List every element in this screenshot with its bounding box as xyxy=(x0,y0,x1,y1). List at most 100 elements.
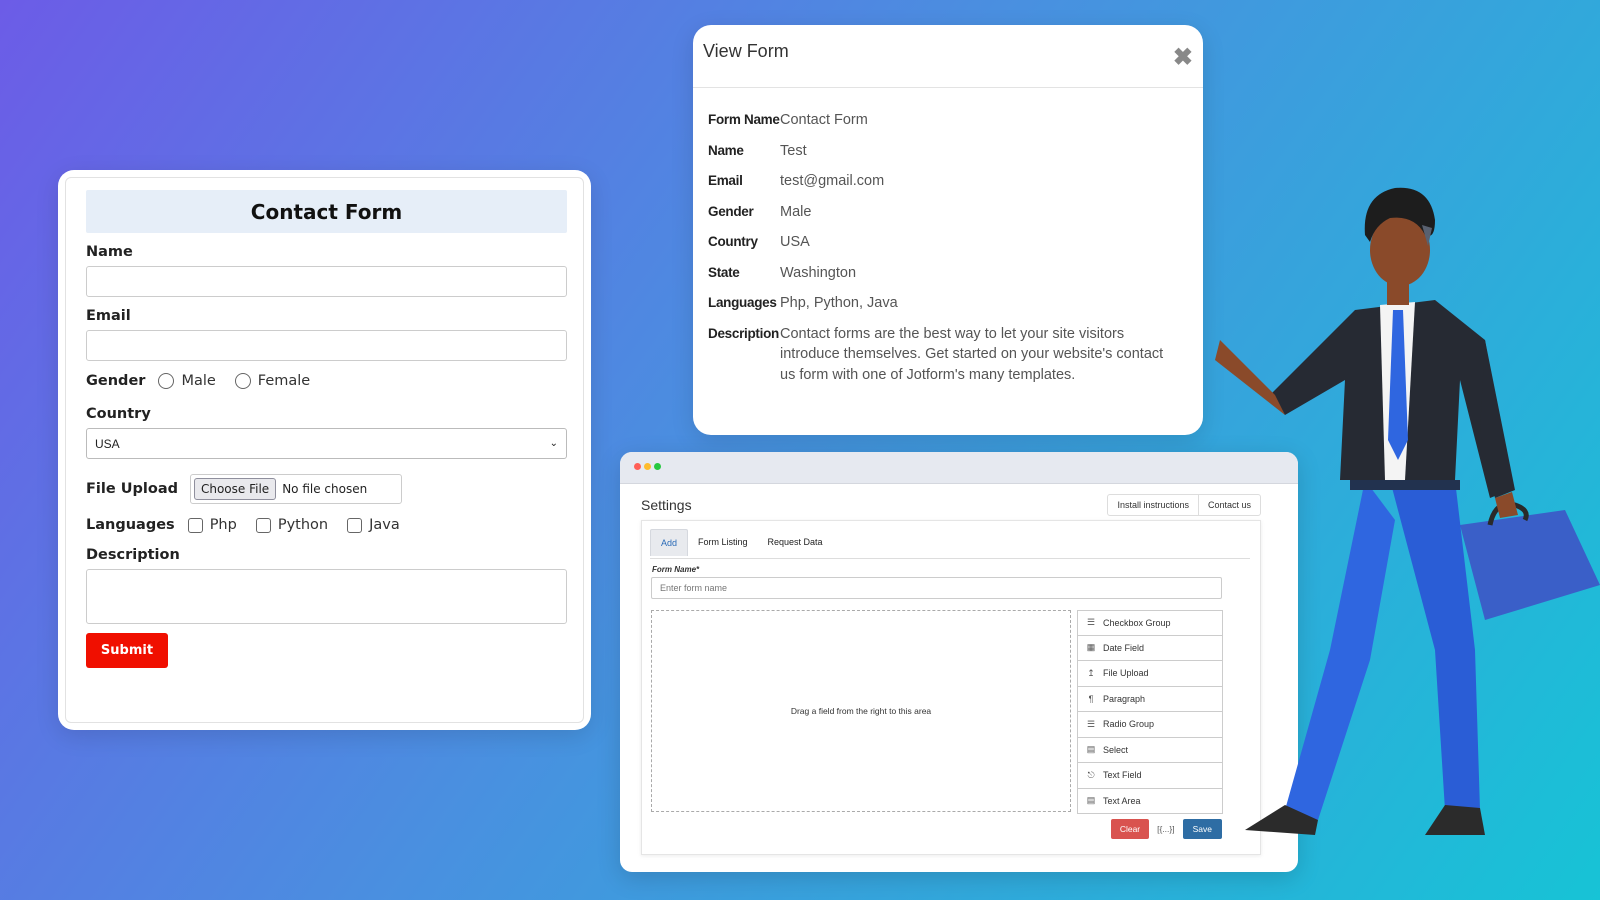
calendar-icon: ▦ xyxy=(1086,642,1096,653)
field-label: Checkbox Group xyxy=(1103,617,1171,628)
file-upload-row: File Upload Choose File No file chosen xyxy=(86,474,567,504)
window-minimize-dot[interactable] xyxy=(644,463,651,470)
view-key: Country xyxy=(708,234,758,249)
field-label: Radio Group xyxy=(1103,719,1155,730)
view-value: Washington xyxy=(780,264,857,281)
email-input[interactable] xyxy=(86,330,567,361)
gender-male-label: Male xyxy=(181,373,216,389)
pointing-hand xyxy=(1215,340,1285,415)
email-label: Email xyxy=(86,308,131,324)
gender-female-label: Female xyxy=(257,373,311,389)
contact-form-card: Contact Form Name Email Gender Male Fema… xyxy=(58,170,591,730)
language-php-label: Php xyxy=(209,517,237,533)
gender-female-radio[interactable] xyxy=(234,373,251,389)
view-key: Form Name xyxy=(708,112,780,127)
form-name-input[interactable]: Enter form name xyxy=(651,577,1222,599)
submit-button[interactable]: Submit xyxy=(86,633,168,668)
view-key: Gender xyxy=(708,203,754,219)
form-name-label: Form Name* xyxy=(652,565,700,574)
view-form-title: View Form xyxy=(703,41,789,61)
tab-form-listing[interactable]: Form Listing xyxy=(688,529,758,556)
json-button[interactable]: [{...}] xyxy=(1149,824,1183,834)
list-icon: ☰ xyxy=(1086,718,1096,729)
view-key: Description xyxy=(708,325,779,341)
window-close-dot[interactable] xyxy=(634,463,641,470)
view-key: Email xyxy=(708,173,743,188)
choose-file-button[interactable]: Choose File xyxy=(193,478,277,500)
view-row-email: Email test@gmail.com xyxy=(708,171,1181,192)
presenter-illustration xyxy=(1215,187,1600,835)
drop-hint: Drag a field from the right to this area xyxy=(790,706,932,716)
field-label: Date Field xyxy=(1103,642,1145,653)
view-row-description: Description Contact forms are the best w… xyxy=(708,324,1181,386)
gender-label: Gender xyxy=(86,373,146,389)
field-label: Text Field xyxy=(1103,770,1142,781)
tab-divider xyxy=(650,558,1250,559)
tab-request-data[interactable]: Request Data xyxy=(758,529,833,556)
field-label: Paragraph xyxy=(1103,693,1146,704)
view-value: Male xyxy=(780,203,812,220)
view-row-languages: Languages Php, Python, Java xyxy=(708,293,1181,314)
view-value: Contact Form xyxy=(780,112,868,128)
tab-add[interactable]: Add xyxy=(650,529,689,556)
view-value: Contact forms are the best way to let yo… xyxy=(780,325,1164,383)
description-textarea[interactable] xyxy=(86,569,567,624)
country-select-value: USA xyxy=(95,436,120,451)
view-row-form-name: Form Name Contact Form xyxy=(708,110,1181,131)
view-row-gender: Gender Male xyxy=(708,202,1181,223)
drop-area[interactable]: Drag a field from the right to this area xyxy=(651,610,1071,812)
contact-form-title: Contact Form xyxy=(86,190,567,233)
view-value: USA xyxy=(780,234,810,250)
name-input[interactable] xyxy=(86,266,567,297)
view-form-modal: View Form ✖ Form Name Contact Form Name … xyxy=(693,25,1203,435)
belt xyxy=(1350,480,1460,490)
builder-panel: Add Form Listing Request Data Form Name*… xyxy=(641,520,1261,855)
view-value: Test xyxy=(780,142,807,159)
file-upload-input[interactable]: Choose File No file chosen xyxy=(189,474,402,504)
right-shoe xyxy=(1425,805,1485,835)
view-row-state: State Washington xyxy=(708,263,1181,284)
languages-row: Languages Php Python Java xyxy=(86,517,567,533)
languages-label: Languages xyxy=(86,517,175,533)
view-value: Php, Python, Java xyxy=(780,295,898,311)
install-instructions-link[interactable]: Install instructions xyxy=(1108,495,1198,515)
view-row-name: Name Test xyxy=(708,141,1181,162)
left-leg xyxy=(1285,480,1395,820)
list-icon: ☰ xyxy=(1086,617,1096,628)
description-label: Description xyxy=(86,547,180,563)
contact-form-inner: Contact Form Name Email Gender Male Fema… xyxy=(65,177,584,723)
view-value: test@gmail.com xyxy=(780,173,885,189)
settings-title: Settings xyxy=(641,497,692,513)
builder-tabs: Add Form Listing Request Data xyxy=(650,529,833,556)
name-label: Name xyxy=(86,244,133,260)
field-label: Text Area xyxy=(1103,795,1141,806)
language-java-checkbox[interactable] xyxy=(347,517,363,533)
field-label: File Upload xyxy=(1103,668,1149,679)
view-form-body: Form Name Contact Form Name Test Email t… xyxy=(693,88,1203,385)
upload-icon: ↥ xyxy=(1087,667,1095,678)
window-zoom-dot[interactable] xyxy=(654,463,661,470)
language-php-checkbox[interactable] xyxy=(187,517,203,533)
view-form-header: View Form ✖ xyxy=(693,25,1203,88)
clear-button[interactable]: Clear xyxy=(1110,819,1150,839)
country-select[interactable]: USA ⌄ xyxy=(86,428,567,459)
view-key: Name xyxy=(708,142,744,158)
select-icon: ▤ xyxy=(1086,744,1096,755)
textarea-icon: ▤ xyxy=(1086,795,1096,806)
file-upload-label: File Upload xyxy=(86,481,178,497)
country-label: Country xyxy=(86,406,151,422)
gender-row: Gender Male Female xyxy=(86,373,567,389)
briefcase-icon xyxy=(1460,510,1600,620)
close-icon[interactable]: ✖ xyxy=(1173,43,1193,72)
tag-icon: ⎋ xyxy=(1087,769,1095,780)
view-row-country: Country USA xyxy=(708,232,1181,253)
paragraph-icon: ¶ xyxy=(1088,693,1094,704)
language-java-label: Java xyxy=(369,517,400,533)
view-key: Languages xyxy=(708,295,777,310)
language-python-checkbox[interactable] xyxy=(255,517,271,533)
field-label: Select xyxy=(1103,744,1129,755)
gender-male-radio[interactable] xyxy=(158,373,175,389)
view-key: State xyxy=(708,264,740,280)
language-python-label: Python xyxy=(277,517,329,533)
chevron-down-icon: ⌄ xyxy=(549,438,558,449)
